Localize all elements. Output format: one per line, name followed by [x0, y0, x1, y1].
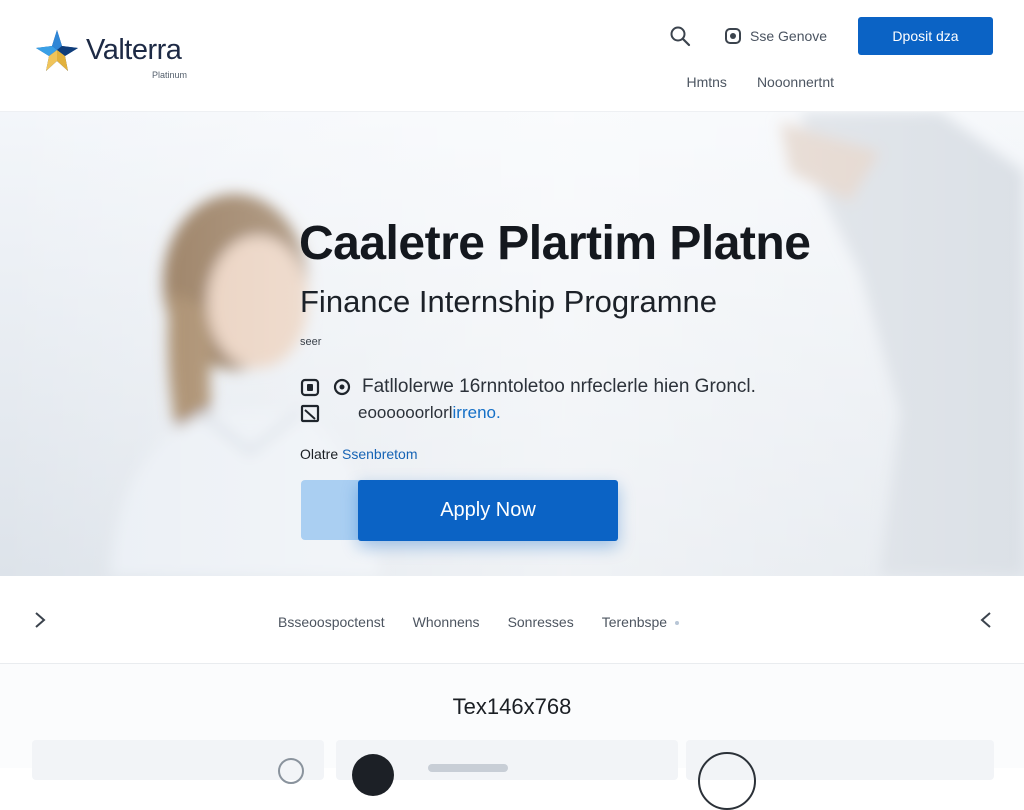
language-selector[interactable]: Sse Genove — [724, 24, 827, 48]
hero-detail-link[interactable]: irreno. — [453, 403, 501, 423]
content-card-1[interactable] — [32, 740, 324, 784]
hero-banner: Caaletre Plartim Platne Finance Internsh… — [0, 112, 1024, 576]
hero-title: Caaletre Plartim Platne — [299, 217, 811, 270]
site-header: Valterra Platinum Sse Genove Dposit dza … — [0, 0, 1024, 112]
subnav-item-1[interactable]: Hmtns — [686, 74, 726, 90]
text-placeholder — [428, 764, 508, 772]
search-icon[interactable] — [668, 24, 692, 48]
calendar-icon — [300, 404, 320, 423]
avatar — [352, 754, 394, 796]
hero-meta: Olatre Ssenbretom — [300, 446, 418, 462]
tab-2[interactable]: Whonnens — [413, 614, 480, 630]
tab-4[interactable]: Terenbspe — [601, 614, 680, 630]
section-title: Tex146x768 — [452, 694, 572, 719]
hero-detail-text-2: eoooooorlorl — [358, 403, 453, 422]
apply-now-button[interactable]: Apply Now — [358, 480, 618, 541]
chevron-right-icon[interactable] — [30, 610, 50, 630]
section-tabs: Bsseoospoctenst Whonnens Sonresses Teren… — [0, 576, 1024, 664]
tab-1[interactable]: Bsseoospoctenst — [278, 614, 385, 630]
secondary-nav: Hmtns Nooonnertnt — [686, 74, 834, 90]
briefcase-icon — [300, 378, 320, 397]
subnav-item-2[interactable]: Nooonnertnt — [757, 74, 834, 90]
header-cta-button[interactable]: Dposit dza — [858, 17, 993, 55]
hero-subtitle: Finance Internship Programne — [300, 284, 718, 319]
hero-meta-value: Ssenbretom — [342, 446, 418, 462]
brand-name: Valterra — [86, 34, 182, 66]
circle-icon — [278, 758, 304, 784]
brand-tagline: Platinum — [152, 70, 188, 80]
star-compass-icon — [36, 30, 78, 71]
content-card-3[interactable] — [686, 740, 994, 810]
location-icon — [333, 378, 351, 396]
tab-4-label: Terenbspe — [601, 614, 668, 630]
hero-meta-label: Olatre — [300, 446, 339, 462]
brand-logo[interactable]: Valterra Platinum — [34, 28, 234, 84]
chevron-left-icon[interactable] — [976, 610, 996, 630]
content-card-2[interactable] — [336, 740, 678, 796]
language-label: Sse Genove — [750, 28, 828, 44]
hero-detail-row-1: Fatllolerwe 16rnntoletoo nrfeclerle hien… — [300, 376, 756, 398]
tab-list: Bsseoospoctenst Whonnens Sonresses Teren… — [278, 614, 680, 630]
tab-3[interactable]: Sonresses — [508, 614, 574, 630]
hero-tag: seer — [300, 336, 322, 348]
tab-indicator-dot — [675, 621, 680, 626]
hero-detail-row-2: eoooooorlorl irreno. — [300, 402, 501, 424]
ring-icon — [698, 752, 756, 810]
globe-icon — [725, 28, 741, 44]
hero-detail-text-1: Fatllolerwe 16rnntoletoo nrfeclerle hien… — [362, 376, 756, 397]
